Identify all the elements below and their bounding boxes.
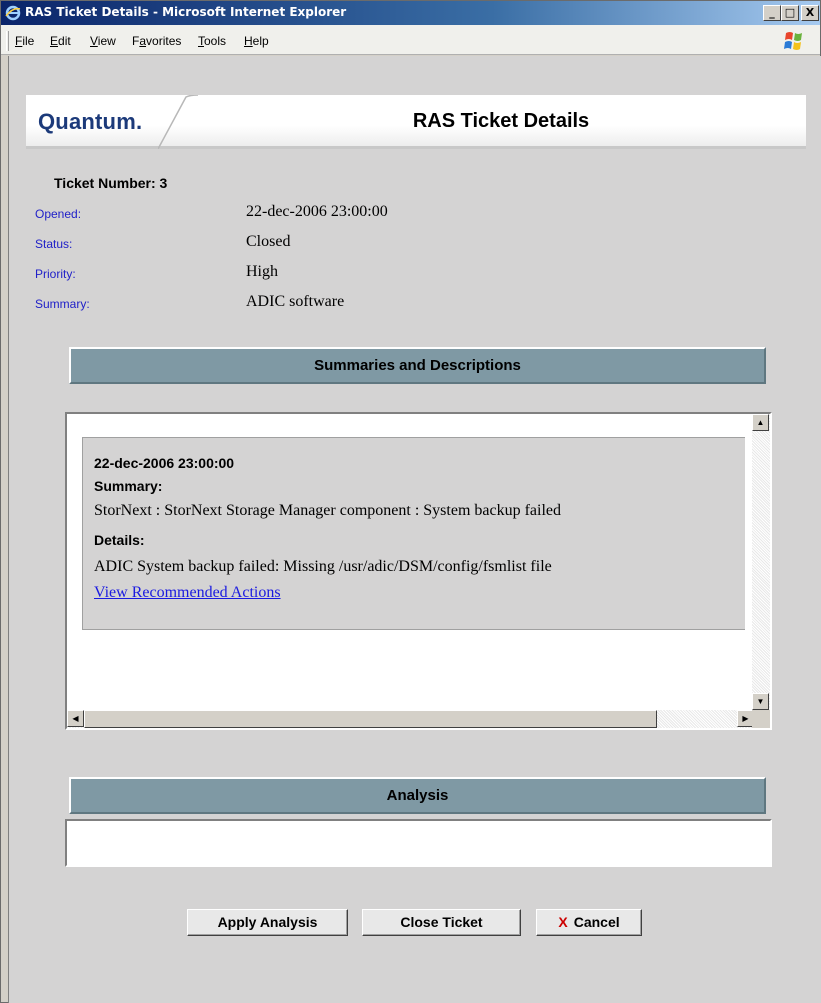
priority-value: High <box>246 263 278 280</box>
menu-tools-label: ools <box>204 34 227 48</box>
window-title: RAS Ticket Details - Microsoft Internet … <box>25 5 347 19</box>
entry-details-label: Details: <box>94 532 145 548</box>
scroll-up-icon[interactable]: ▲ <box>752 414 769 431</box>
scroll-left-icon[interactable]: ◀ <box>67 710 84 727</box>
menu-help-accel: H <box>244 34 253 48</box>
menu-view-label: iew <box>97 34 116 48</box>
horizontal-scroll-thumb[interactable] <box>84 710 657 728</box>
summaries-scroll-pane[interactable]: 22-dec-2006 23:00:00 Summary: StorNext :… <box>65 412 772 730</box>
view-recommended-actions-link[interactable]: View Recommended Actions <box>94 584 281 602</box>
menu-view-accel: V <box>90 34 98 48</box>
maximize-button[interactable]: □ <box>781 5 799 21</box>
status-value: Closed <box>246 233 291 250</box>
quantum-logo: Quantum. <box>38 109 142 135</box>
toolbar-grip[interactable] <box>6 31 9 51</box>
page-banner: Quantum. RAS Ticket Details <box>26 95 806 149</box>
priority-label: Priority: <box>35 267 76 281</box>
menu-edit-accel: E <box>50 34 59 48</box>
summary-label: Summary: <box>35 297 90 311</box>
menu-favorites[interactable]: Favorites <box>132 34 181 48</box>
logo-dot: . <box>135 109 143 134</box>
horizontal-scrollbar[interactable]: ◀ ▶ <box>67 710 754 728</box>
internet-explorer-icon <box>5 5 21 21</box>
entry-details-text: ADIC System backup failed: Missing /usr/… <box>94 558 552 575</box>
apply-analysis-button[interactable]: Apply Analysis <box>187 909 348 936</box>
menu-view[interactable]: View <box>90 34 116 48</box>
status-label: Status: <box>35 237 73 251</box>
menu-favorites-label: vorites <box>146 34 182 48</box>
analysis-section-header: Analysis <box>69 777 766 814</box>
banner-divider <box>158 95 198 149</box>
cancel-x-icon: X <box>558 914 568 930</box>
close-window-button[interactable]: X <box>801 5 819 21</box>
page-content: Quantum. RAS Ticket Details Ticket Numbe… <box>8 56 821 1003</box>
page-title: RAS Ticket Details <box>412 110 590 132</box>
title-bar[interactable]: RAS Ticket Details - Microsoft Internet … <box>1 1 820 25</box>
analysis-textarea[interactable] <box>65 819 772 867</box>
summaries-section-header: Summaries and Descriptions <box>69 347 766 384</box>
menu-bar: File Edit View Favorites Tools Help <box>1 25 820 55</box>
entry-summary-label: Summary: <box>94 478 163 494</box>
menu-help[interactable]: Help <box>244 34 269 48</box>
vertical-scrollbar[interactable]: ▲ ▼ <box>752 414 770 710</box>
menu-edit[interactable]: Edit <box>50 34 71 48</box>
entry-date: 22-dec-2006 23:00:00 <box>94 455 235 471</box>
ticket-number: Ticket Number: 3 <box>54 175 168 191</box>
close-ticket-button[interactable]: Close Ticket <box>362 909 521 936</box>
scroll-down-icon[interactable]: ▼ <box>752 693 769 710</box>
summary-value: ADIC software <box>246 293 345 310</box>
logo-text: Quantum <box>38 109 136 134</box>
menu-help-label: elp <box>252 34 269 48</box>
minimize-button[interactable]: _ <box>763 5 781 21</box>
entry-summary-text: StorNext : StorNext Storage Manager comp… <box>94 502 562 519</box>
opened-label: Opened: <box>35 207 82 221</box>
windows-logo-icon <box>784 32 802 50</box>
opened-value: 22-dec-2006 23:00:00 <box>246 203 388 220</box>
menu-tools[interactable]: Tools <box>198 34 226 48</box>
summary-entry: 22-dec-2006 23:00:00 Summary: StorNext :… <box>82 437 745 630</box>
browser-window: RAS Ticket Details - Microsoft Internet … <box>0 0 821 1003</box>
scrollbar-corner <box>752 710 770 728</box>
cancel-button[interactable]: X Cancel <box>536 909 642 936</box>
menu-file-label: ile <box>22 34 35 48</box>
menu-file[interactable]: File <box>15 34 34 48</box>
menu-edit-label: dit <box>58 34 71 48</box>
cancel-label: Cancel <box>573 914 620 930</box>
